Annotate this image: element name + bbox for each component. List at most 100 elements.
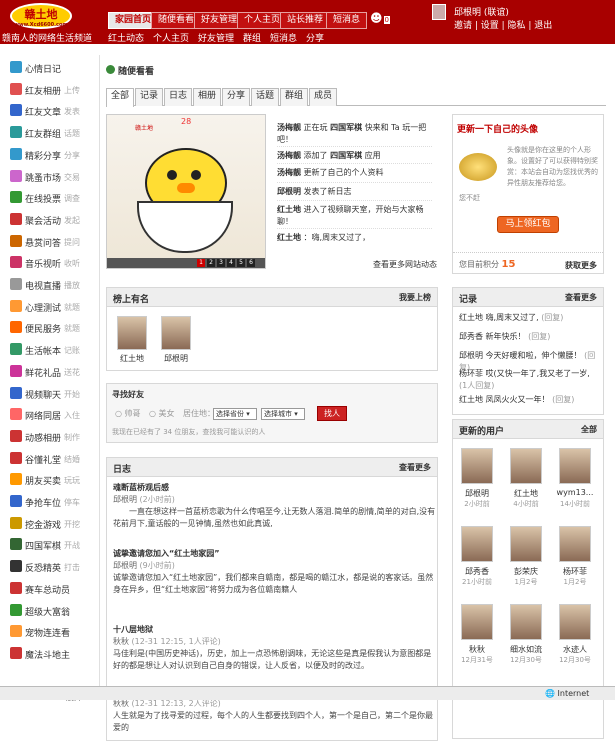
sidebar-item[interactable]: 在线投票 调查: [10, 189, 98, 207]
nav-messages[interactable]: 短消息: [326, 12, 368, 29]
sidebar-item[interactable]: 心情日记: [10, 59, 98, 77]
image-page-button[interactable]: 1: [197, 259, 205, 267]
sidebar-item[interactable]: 跳蚤市场 交易: [10, 168, 98, 186]
sidebar-item-label[interactable]: 聚会活动: [25, 214, 61, 227]
sidebar-item[interactable]: 聚会活动 发起: [10, 211, 98, 229]
diary-entry-author[interactable]: 秋秋: [113, 637, 129, 646]
sidebar-item-action[interactable]: 播放: [64, 280, 80, 291]
avatar[interactable]: [510, 448, 542, 484]
sidebar-item[interactable]: 谷懂礼堂 结婚: [10, 450, 98, 468]
feed-game[interactable]: 四国军棋: [330, 151, 362, 160]
sidebar-item[interactable]: 音乐视听 收听: [10, 254, 98, 272]
avatar[interactable]: [510, 526, 542, 562]
avatar[interactable]: [461, 526, 493, 562]
tab-0[interactable]: 全部: [106, 88, 135, 107]
sidebar-item-label[interactable]: 魔法斗地主: [25, 648, 70, 661]
sidebar-item-label[interactable]: 心情日记: [25, 62, 61, 75]
subnav-groups[interactable]: 群组: [243, 31, 261, 44]
feed-game[interactable]: 四国军棋: [330, 123, 362, 132]
find-people-button[interactable]: 找人: [317, 406, 347, 421]
sidebar-item-action[interactable]: 发起: [64, 215, 80, 226]
diary-entry-author[interactable]: 秋秋: [113, 699, 129, 708]
sidebar-item-label[interactable]: 谷懂礼堂: [25, 453, 61, 466]
avatar[interactable]: [559, 604, 591, 640]
sidebar-item-label[interactable]: 朋友买卖: [25, 474, 61, 487]
city-select[interactable]: 选择城市 ▾: [261, 408, 305, 420]
diary-entry-title[interactable]: 十八层地狱: [113, 624, 437, 636]
tab-2[interactable]: 日志: [164, 88, 193, 106]
image-page-button[interactable]: 2: [207, 259, 215, 267]
updated-users-all-link[interactable]: 全部: [581, 424, 597, 435]
feed-user[interactable]: 红土地: [277, 233, 301, 242]
updated-user-name[interactable]: 杨环菲: [550, 566, 600, 577]
image-page-button[interactable]: 5: [237, 259, 245, 267]
updated-user-name[interactable]: 红土地: [501, 488, 551, 499]
image-page-button[interactable]: 3: [217, 259, 225, 267]
sidebar-item-action[interactable]: 就题: [64, 323, 80, 334]
diary-entry-author[interactable]: 邱根明: [113, 495, 137, 504]
sidebar-item-action[interactable]: 送花: [64, 367, 80, 378]
feed-user[interactable]: 汤梅靓: [277, 123, 301, 132]
sidebar-item[interactable]: 宠物连连看: [10, 623, 98, 641]
sidebar-item[interactable]: 挖金游戏 开挖: [10, 515, 98, 533]
sidebar-item-label[interactable]: 生活帐本: [25, 344, 61, 357]
feed-user[interactable]: 邱根明: [277, 187, 301, 196]
image-page-button[interactable]: 6: [247, 259, 255, 267]
sidebar-item[interactable]: 精彩分享 分享: [10, 146, 98, 164]
avatar[interactable]: [510, 604, 542, 640]
sidebar-item-label[interactable]: 挖金游戏: [25, 518, 61, 531]
sidebar-item[interactable]: 赛车总动员: [10, 580, 98, 598]
record-reply[interactable]: (回复): [541, 313, 563, 322]
gender-male-radio[interactable]: ○ 帅哥: [115, 408, 141, 419]
sidebar-item[interactable]: 争抢车位 停车: [10, 493, 98, 511]
diary-more-link[interactable]: 查看更多: [399, 462, 431, 473]
updated-user-name[interactable]: wym13...: [550, 488, 600, 497]
sidebar-item-action[interactable]: 调查: [64, 193, 80, 204]
gender-female-radio[interactable]: ○ 美女: [149, 408, 175, 419]
sidebar-item-label[interactable]: 宠物连连看: [25, 626, 70, 639]
sidebar-item-label[interactable]: 电视直播: [25, 279, 61, 292]
province-select[interactable]: 选择省份 ▾: [213, 408, 257, 420]
sidebar-item-label[interactable]: 视频聊天: [25, 388, 61, 401]
sidebar-item-action[interactable]: 开始: [64, 389, 80, 400]
sidebar-item-label[interactable]: 赛车总动员: [25, 583, 70, 596]
sidebar-item-action[interactable]: 话题: [64, 128, 80, 139]
feed-user[interactable]: 汤梅靓: [277, 151, 301, 160]
sidebar-item-action[interactable]: 分享: [64, 150, 80, 161]
user-avatar[interactable]: [432, 4, 446, 20]
diary-entry-title[interactable]: 魂断蓝桥观后感: [113, 482, 437, 494]
sidebar-item[interactable]: 电视直播 播放: [10, 276, 98, 294]
record-user[interactable]: 邱秀香: [459, 332, 483, 341]
sidebar-item[interactable]: 超级大富翁: [10, 602, 98, 620]
tab-1[interactable]: 记录: [135, 88, 164, 106]
sidebar-item-action[interactable]: 收听: [64, 258, 80, 269]
sidebar-item-label[interactable]: 心理测试: [25, 301, 61, 314]
get-red-packet-button[interactable]: 马上领红包: [497, 216, 559, 233]
avatar[interactable]: [161, 316, 191, 350]
sidebar-item[interactable]: 网络同居 入住: [10, 406, 98, 424]
updated-user-name[interactable]: 彭荣庆: [501, 566, 551, 577]
sidebar-item[interactable]: 魔法斗地主: [10, 645, 98, 663]
sidebar-item-label[interactable]: 四国军棋: [25, 539, 61, 552]
subnav-share[interactable]: 分享: [306, 31, 324, 44]
updated-user-name[interactable]: 秋秋: [452, 644, 502, 655]
tab-3[interactable]: 相册: [193, 88, 222, 106]
tab-7[interactable]: 成员: [309, 88, 338, 106]
nav-recommend[interactable]: 站长推荐: [280, 12, 331, 29]
ranking-join-link[interactable]: 我要上榜: [399, 292, 431, 303]
tab-5[interactable]: 话题: [251, 88, 280, 106]
updated-user-name[interactable]: 水迹人: [550, 644, 600, 655]
subnav-activity[interactable]: 红土动态: [108, 31, 144, 44]
sidebar-item[interactable]: 红友相册 上传: [10, 81, 98, 99]
sidebar-item-label[interactable]: 跳蚤市场: [25, 171, 61, 184]
sidebar-item[interactable]: 朋友买卖 玩玩: [10, 471, 98, 489]
avatar[interactable]: [461, 448, 493, 484]
rank-user-name[interactable]: 红土地: [107, 353, 157, 364]
sidebar-item-action[interactable]: 提问: [64, 237, 80, 248]
sidebar-item[interactable]: 悬赏问答 提问: [10, 233, 98, 251]
user-links[interactable]: 邀请 | 设置 | 隐私 | 退出: [454, 18, 552, 31]
avatar-box-close[interactable]: 您不赶: [459, 193, 480, 203]
record-reply[interactable]: (回复): [528, 332, 550, 341]
record-user[interactable]: 邱根明: [459, 351, 483, 360]
record-user[interactable]: 红土地: [459, 395, 483, 404]
